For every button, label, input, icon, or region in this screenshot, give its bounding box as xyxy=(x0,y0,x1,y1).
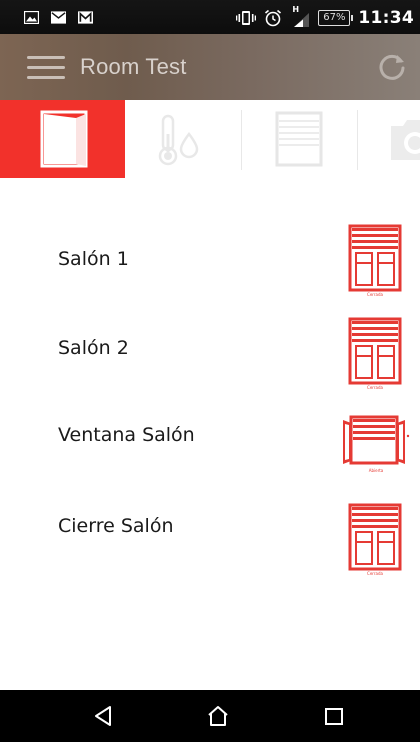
status-bar: H 67% 11:34 xyxy=(0,0,420,34)
device-label: Cierre Salón xyxy=(58,515,174,537)
device-status: Abierta xyxy=(368,468,384,473)
app-bar: Room Test xyxy=(0,34,420,100)
recents-icon[interactable] xyxy=(322,704,346,728)
device-label: Salón 2 xyxy=(58,337,129,359)
tab-windows[interactable] xyxy=(0,100,125,178)
refresh-icon[interactable] xyxy=(376,51,408,83)
image-icon xyxy=(24,11,39,24)
signal-icon xyxy=(294,13,310,27)
system-nav-bar xyxy=(0,690,420,742)
mail-icon xyxy=(51,11,66,24)
closed-shutter-window-icon xyxy=(348,224,402,292)
device-status: Cerrada xyxy=(367,571,383,576)
camera-icon xyxy=(391,120,420,160)
list-item[interactable]: Salón 1 Cerrada xyxy=(0,220,420,300)
hamburger-icon[interactable] xyxy=(27,56,65,80)
vibrate-icon xyxy=(236,11,257,25)
tab-blinds[interactable] xyxy=(241,100,357,178)
clock: 11:34 xyxy=(358,8,414,28)
tab-bar xyxy=(0,100,420,178)
back-icon[interactable] xyxy=(92,704,116,728)
device-label: Ventana Salón xyxy=(58,424,195,446)
device-label: Salón 1 xyxy=(58,248,129,270)
list-item[interactable]: Cierre Salón Cerrada xyxy=(0,488,420,576)
gmail-icon xyxy=(78,11,93,24)
blind-icon xyxy=(275,111,323,167)
closed-shutter-window-icon xyxy=(348,317,402,385)
open-shutter-window-icon xyxy=(343,415,410,465)
tab-camera[interactable] xyxy=(357,100,420,178)
battery-indicator: 67% xyxy=(318,10,354,26)
tab-climate[interactable] xyxy=(125,100,241,178)
list-item[interactable]: Salón 2 Cerrada xyxy=(0,309,420,390)
signal-indicator: H xyxy=(290,5,310,28)
thermometer-drop-icon xyxy=(158,114,199,166)
device-status: Cerrada xyxy=(367,385,383,390)
home-icon[interactable] xyxy=(206,704,230,728)
device-status: Cerrada xyxy=(367,292,383,297)
window-door-icon xyxy=(40,110,88,168)
closed-shutter-window-icon xyxy=(348,503,402,571)
page-title: Room Test xyxy=(80,54,187,79)
alarm-icon xyxy=(265,9,282,27)
list-item[interactable]: Ventana Salón Abierta xyxy=(0,400,420,480)
